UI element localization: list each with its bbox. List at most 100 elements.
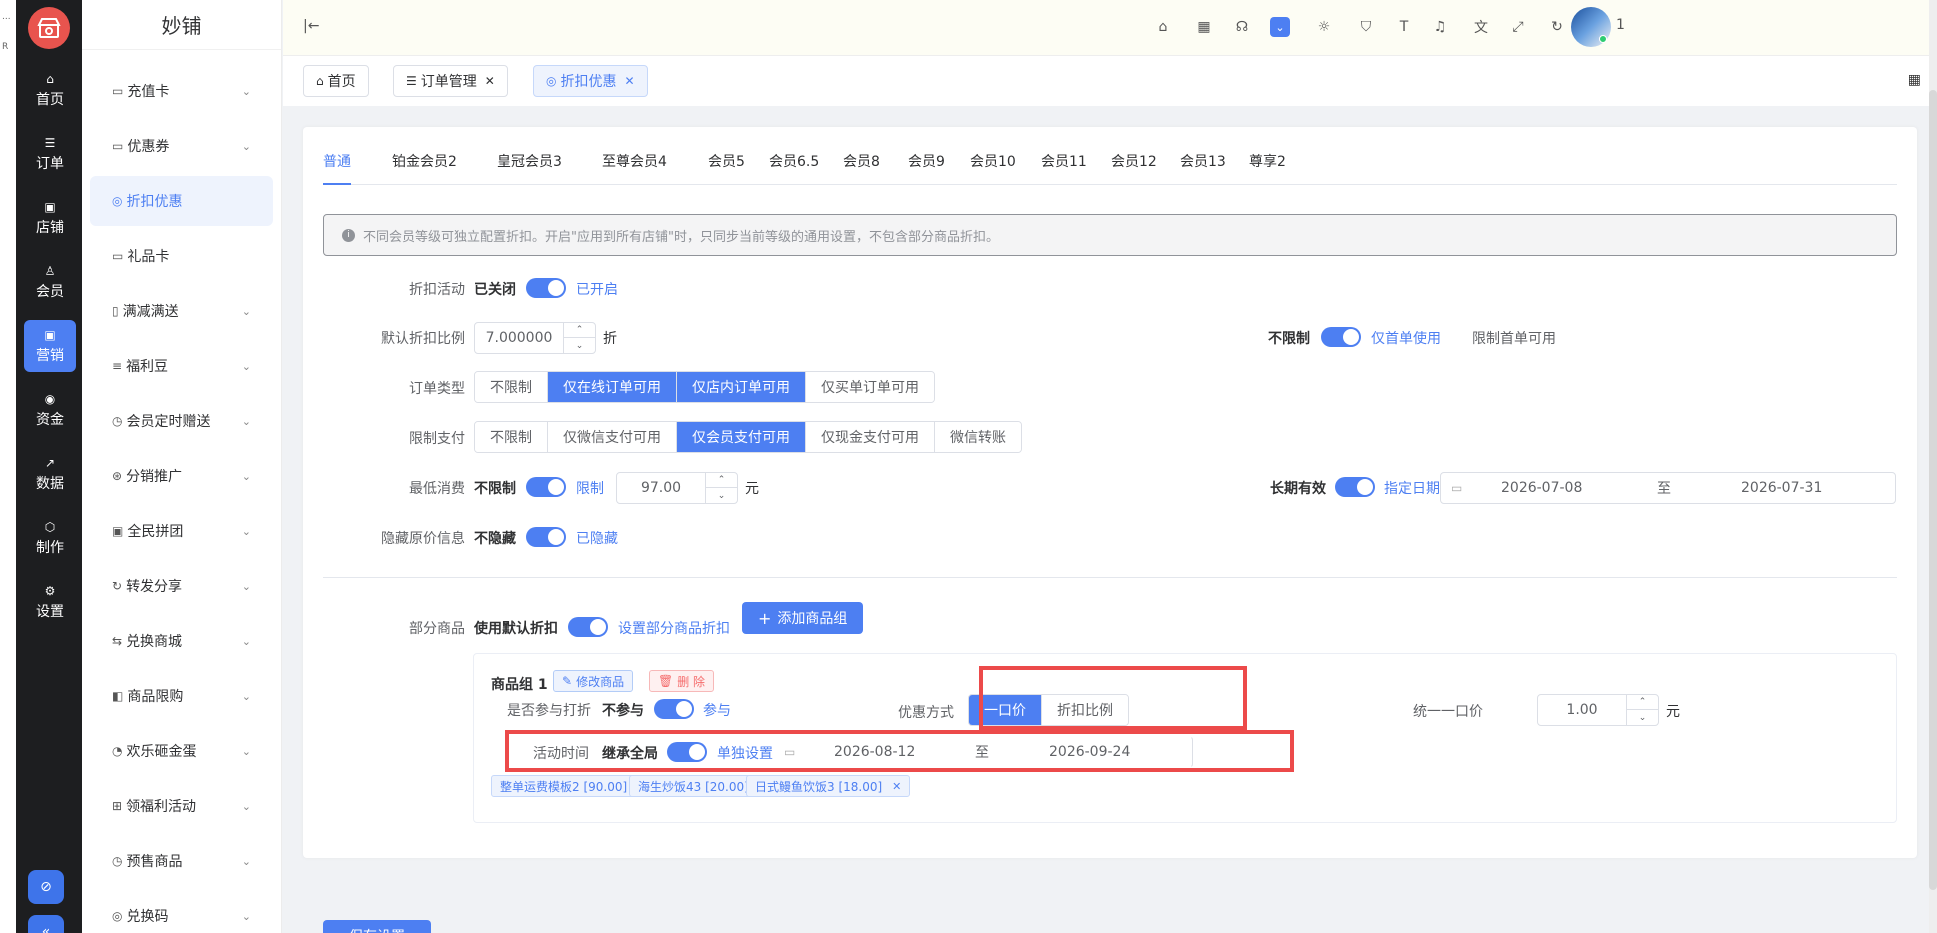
rail-item-7[interactable]: ⬡ 制作	[24, 512, 76, 564]
increase-icon[interactable]: ⌃	[705, 473, 737, 488]
tab-1[interactable]: ☰ 订单管理 ✕	[393, 65, 508, 97]
eye-off-icon[interactable]: ⊘	[28, 870, 64, 904]
level-tab-12[interactable]: 尊享2	[1249, 153, 1286, 185]
discount-activity-switch[interactable]	[526, 278, 566, 298]
activity-date-range[interactable]: ▭ 2026-07-08 至 2026-07-31	[1440, 472, 1896, 504]
segment-option-2[interactable]: 仅店内订单可用	[677, 372, 806, 402]
add-goods-group-button[interactable]: + 添加商品组	[742, 602, 864, 634]
rail-item-2[interactable]: ▣ 店铺	[24, 192, 76, 244]
store-logo-icon[interactable]	[28, 7, 70, 49]
sidebar-item-0[interactable]: ▭ 充值卡 ⌄	[90, 66, 273, 116]
goods-tag-label: 海生炒饭43 [20.00]	[638, 779, 749, 794]
font-size-icon[interactable]: T	[1392, 15, 1416, 39]
delete-group-button[interactable]: 🗑 删 除	[649, 670, 715, 692]
sidebar-item-10[interactable]: ⇆ 兑换商城 ⌄	[90, 616, 273, 666]
qrcode-icon[interactable]: ▦	[1192, 15, 1216, 39]
sidebar-item-13[interactable]: ⊞ 领福利活动 ⌄	[90, 781, 273, 831]
sidebar-item-label: 兑换码	[126, 909, 169, 925]
rail-item-5[interactable]: ◉ 资金	[24, 384, 76, 436]
shirt-icon[interactable]: ⛉	[1354, 15, 1378, 39]
rail-item-1[interactable]: ☰ 订单	[24, 128, 76, 180]
level-tab-10[interactable]: 会员12	[1111, 153, 1157, 185]
user-label[interactable]: 1	[1616, 17, 1625, 33]
level-tab-8[interactable]: 会员10	[970, 153, 1016, 185]
sidebar-item-15[interactable]: ◎ 兑换码 ⌄	[90, 891, 273, 933]
menu-item-icon: ⇆	[112, 634, 123, 648]
default-ratio-unit: 折	[603, 331, 617, 347]
sidebar-item-1[interactable]: ▭ 优惠券 ⌄	[90, 121, 273, 171]
close-icon[interactable]: ✕	[892, 780, 901, 793]
hide-price-switch[interactable]	[526, 527, 566, 547]
close-icon[interactable]: ✕	[624, 74, 634, 88]
segment-option-4[interactable]: 微信转账	[935, 422, 1021, 452]
grid-menu-icon[interactable]: ▦	[1908, 72, 1921, 88]
default-ratio-input[interactable]: 7.000000 ⌃ ⌄	[474, 322, 596, 354]
level-tab-7[interactable]: 会员9	[908, 153, 945, 185]
sidebar-item-7[interactable]: ⊛ 分销推广 ⌄	[90, 451, 273, 501]
first-order-switch[interactable]	[1321, 327, 1361, 347]
decrease-icon[interactable]: ⌄	[563, 338, 595, 353]
level-tab-1[interactable]: 铂金会员2	[392, 153, 457, 185]
segment-option-1[interactable]: 仅微信支付可用	[548, 422, 677, 452]
increase-icon[interactable]: ⌃	[1626, 695, 1658, 710]
headset-icon[interactable]: ☊	[1230, 15, 1254, 39]
sidebar-item-14[interactable]: ◷ 预售商品 ⌄	[90, 836, 273, 886]
fullscreen-icon[interactable]: ⤢	[1506, 15, 1530, 39]
segment-option-3[interactable]: 仅现金支付可用	[806, 422, 935, 452]
home-icon[interactable]: ⌂	[1151, 15, 1175, 39]
sun-icon[interactable]: ☼	[1312, 15, 1336, 39]
level-tab-5[interactable]: 会员6.5	[769, 153, 819, 185]
sidebar-item-label: 转发分享	[126, 579, 183, 595]
segment-option-0[interactable]: 不限制	[475, 422, 548, 452]
level-tab-0[interactable]: 普通	[323, 153, 351, 185]
sidebar-item-11[interactable]: ◧ 商品限购 ⌄	[90, 671, 273, 721]
level-tab-2[interactable]: 皇冠会员3	[497, 153, 562, 185]
bell-icon[interactable]: ♫	[1428, 15, 1452, 39]
decrease-icon[interactable]: ⌄	[1626, 710, 1658, 725]
participate-switch[interactable]	[654, 699, 694, 719]
refresh-icon[interactable]: ↻	[1545, 15, 1569, 39]
min-spend-switch[interactable]	[526, 477, 566, 497]
sidebar-item-12[interactable]: ◔ 欢乐砸金蛋 ⌄	[90, 726, 273, 776]
translate-icon[interactable]: 文	[1469, 15, 1493, 39]
segment-option-0[interactable]: 不限制	[475, 372, 548, 402]
sidebar-item-2[interactable]: ◎ 折扣优惠	[90, 176, 273, 226]
tab-2[interactable]: ◎ 折扣优惠 ✕	[533, 65, 648, 97]
level-tab-11[interactable]: 会员13	[1180, 153, 1226, 185]
decrease-icon[interactable]: ⌄	[705, 488, 737, 503]
level-tab-4[interactable]: 会员5	[708, 153, 745, 185]
tab-0[interactable]: ⌂ 首页	[303, 65, 369, 97]
level-tab-6[interactable]: 会员8	[843, 153, 880, 185]
add-goods-group-label: 添加商品组	[777, 611, 848, 627]
collapse-icon[interactable]: «	[28, 915, 64, 933]
sidebar-item-8[interactable]: ▣ 全民拼团 ⌄	[90, 506, 273, 556]
dropdown-icon[interactable]: ⌄	[1270, 17, 1290, 37]
rail-item-8[interactable]: ⚙ 设置	[24, 576, 76, 628]
min-spend-input[interactable]: 97.00 ⌃ ⌄	[616, 472, 738, 504]
sidebar-item-5[interactable]: ≡ 福利豆 ⌄	[90, 341, 273, 391]
close-icon[interactable]: ✕	[485, 74, 495, 88]
rail-item-0[interactable]: ⌂ 首页	[24, 64, 76, 116]
level-tab-9[interactable]: 会员11	[1041, 153, 1087, 185]
increase-icon[interactable]: ⌃	[563, 323, 595, 338]
page-scrollbar-thumb[interactable]	[1929, 90, 1937, 890]
rail-item-6[interactable]: ↗ 数据	[24, 448, 76, 500]
segment-option-1[interactable]: 仅在线订单可用	[548, 372, 677, 402]
level-tab-3[interactable]: 至尊会员4	[602, 153, 667, 185]
sidebar-item-6[interactable]: ◷ 会员定时赠送 ⌄	[90, 396, 273, 446]
edit-goods-button[interactable]: ✎ 修改商品	[553, 670, 634, 692]
rail-item-3[interactable]: ♙ 会员	[24, 256, 76, 308]
segment-option-3[interactable]: 仅买单订单可用	[806, 372, 934, 402]
sidebar-item-9[interactable]: ↻ 转发分享 ⌄	[90, 561, 273, 611]
segment-option-2[interactable]: 仅会员支付可用	[677, 422, 806, 452]
sidebar-collapse-icon[interactable]: |←	[303, 18, 319, 34]
member-level-tabs: 普通 铂金会员2 皇冠会员3 至尊会员4 会员5 会员6.5 会员8 会员9 会员10 会员11 会…	[323, 153, 1897, 185]
partial-goods-switch[interactable]	[568, 617, 608, 637]
chevron-down-icon: ⌄	[241, 524, 251, 538]
save-settings-button[interactable]: 保存设置	[323, 920, 431, 933]
unified-price-input[interactable]: 1.00 ⌃ ⌄	[1537, 694, 1659, 726]
activity-time-switch[interactable]	[1335, 477, 1375, 497]
rail-item-4[interactable]: ▣ 营销	[24, 320, 76, 372]
sidebar-item-4[interactable]: ▯ 满减满送 ⌄	[90, 286, 273, 336]
sidebar-item-3[interactable]: ▭ 礼品卡	[90, 231, 273, 281]
